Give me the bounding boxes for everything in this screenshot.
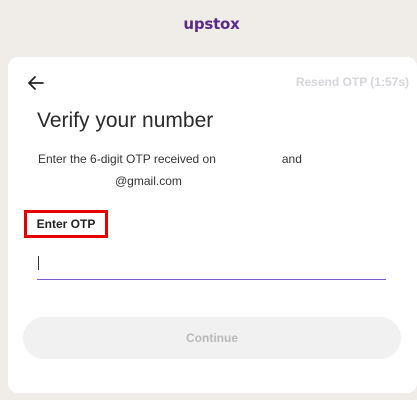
upstox-logo: upstox xyxy=(183,15,239,33)
logo-text: upstox xyxy=(183,15,240,33)
otp-input[interactable] xyxy=(37,249,386,280)
description-part3: @gmail.com xyxy=(115,174,182,188)
arrow-left-icon[interactable] xyxy=(26,73,46,93)
continue-button[interactable]: Continue xyxy=(23,317,401,359)
text-cursor xyxy=(38,256,39,270)
resend-otp-link[interactable]: Resend OTP (1:57s) xyxy=(296,75,409,89)
verify-card: Resend OTP (1:57s) Verify your number En… xyxy=(8,57,417,393)
otp-label-text: Enter OTP xyxy=(36,217,96,231)
top-bar: upstox xyxy=(0,0,417,48)
otp-description: Enter the 6-digit OTP received on and @gm… xyxy=(38,148,398,192)
otp-label: Enter OTP xyxy=(24,210,108,238)
description-part1: Enter the 6-digit OTP received on xyxy=(38,152,216,166)
page-title: Verify your number xyxy=(37,109,214,132)
page: upstox Resend OTP (1:57s) Verify your nu… xyxy=(0,0,417,400)
description-part2: and xyxy=(281,152,302,166)
